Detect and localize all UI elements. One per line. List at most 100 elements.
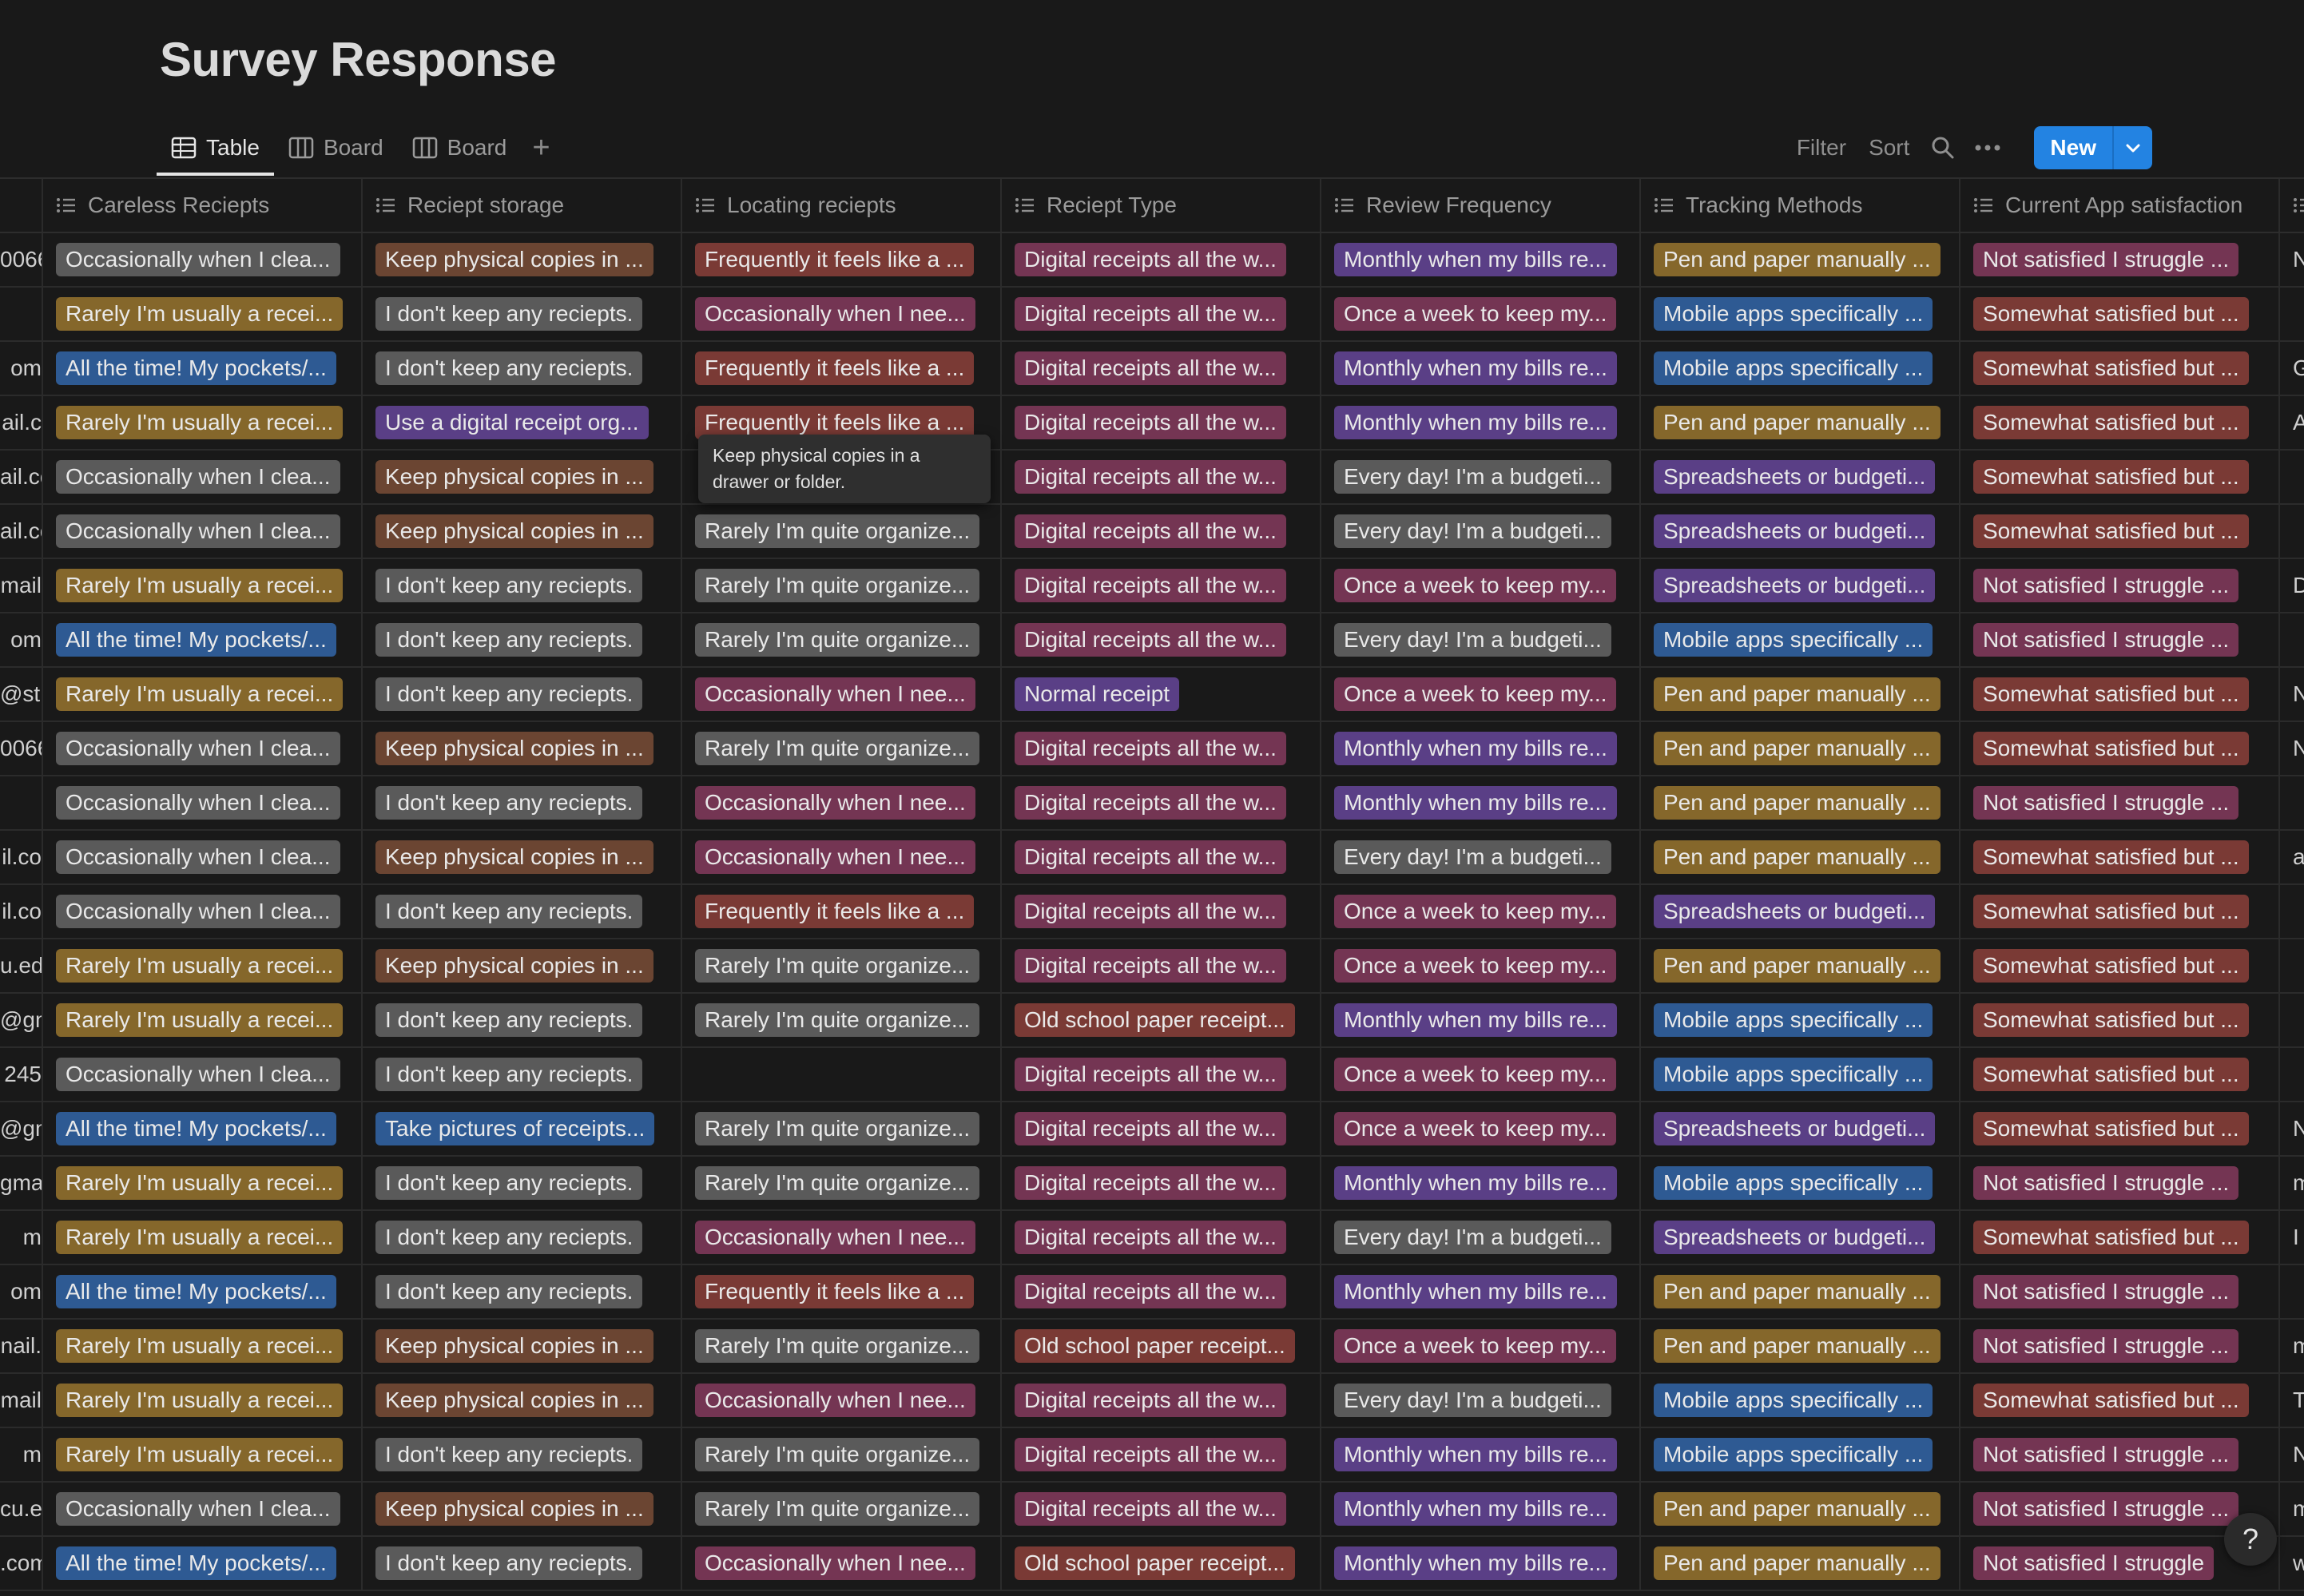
select-cell[interactable]: All the time! My pockets/...	[43, 1102, 363, 1155]
select-cell[interactable]: Frequently it feels like a ...	[682, 1265, 1002, 1318]
select-cell[interactable]: Keep physical copies in ...	[363, 831, 682, 883]
select-cell[interactable]: Somewhat satisfied but ...	[1960, 939, 2280, 992]
select-cell[interactable]: Monthly when my bills re...	[1321, 1265, 1641, 1318]
select-cell[interactable]: Pen and paper manually ...	[1641, 233, 1960, 286]
select-cell[interactable]: Somewhat satisfied but ...	[1960, 831, 2280, 883]
select-cell[interactable]: Mobile apps specifically ...	[1641, 1374, 1960, 1427]
select-cell[interactable]: Somewhat satisfied but ...	[1960, 1211, 2280, 1264]
select-cell[interactable]: Not satisfied I struggle ...	[1960, 1265, 2280, 1318]
select-cell[interactable]: Old school paper receipt...	[1002, 1320, 1321, 1372]
select-cell[interactable]: Frequently it feels like a ...	[682, 233, 1002, 286]
select-cell[interactable]: I don't keep any reciepts.	[363, 1537, 682, 1590]
select-cell[interactable]: Spreadsheets or budgeti...	[1641, 885, 1960, 938]
next-column-cell[interactable]: I	[2280, 1211, 2304, 1264]
select-cell[interactable]: Rarely I'm usually a recei...	[43, 1428, 363, 1481]
select-cell[interactable]: Occasionally when I clea...	[43, 722, 363, 775]
next-column-cell[interactable]: T	[2280, 1374, 2304, 1427]
select-cell[interactable]: Somewhat satisfied but ...	[1960, 722, 2280, 775]
select-cell[interactable]: Rarely I'm quite organize...	[682, 1157, 1002, 1209]
column-header[interactable]: Locating reciepts	[682, 179, 1002, 232]
select-cell[interactable]: Digital receipts all the w...	[1002, 1483, 1321, 1535]
search-icon[interactable]	[1925, 130, 1960, 165]
select-cell[interactable]: Spreadsheets or budgeti...	[1641, 505, 1960, 558]
select-cell[interactable]: Once a week to keep my...	[1321, 885, 1641, 938]
tab-board-2[interactable]: Board	[398, 120, 522, 176]
table-row[interactable]: @gm All the time! My pockets/... Take pict…	[0, 1102, 2304, 1157]
select-cell[interactable]: I don't keep any reciepts.	[363, 559, 682, 612]
select-cell[interactable]: Digital receipts all the w...	[1002, 885, 1321, 938]
select-cell[interactable]: Occasionally when I clea...	[43, 1483, 363, 1535]
table-row[interactable]: mail Rarely I'm usually a recei... Keep ph…	[0, 1374, 2304, 1428]
next-column-cell[interactable]: A	[2280, 396, 2304, 449]
table-row[interactable]: cu.e Occasionally when I clea... Keep phys…	[0, 1483, 2304, 1537]
select-cell[interactable]: All the time! My pockets/...	[43, 342, 363, 395]
select-cell[interactable]: I don't keep any reciepts.	[363, 1265, 682, 1318]
select-cell[interactable]: Not satisfied I struggle ...	[1960, 233, 2280, 286]
select-cell[interactable]: Monthly when my bills re...	[1321, 994, 1641, 1046]
select-cell[interactable]: Digital receipts all the w...	[1002, 505, 1321, 558]
table-row[interactable]: il.co Occasionally when I clea... I don't …	[0, 885, 2304, 939]
select-cell[interactable]: Monthly when my bills re...	[1321, 1157, 1641, 1209]
select-cell[interactable]: Keep physical copies in ...	[363, 939, 682, 992]
email-cell[interactable]: ail.co	[0, 451, 43, 503]
select-cell[interactable]: Old school paper receipt...	[1002, 1537, 1321, 1590]
select-cell[interactable]: Not satisfied I struggle ...	[1960, 613, 2280, 666]
select-cell[interactable]: Digital receipts all the w...	[1002, 559, 1321, 612]
table-row[interactable]: nail. Rarely I'm usually a recei... Keep p…	[0, 1320, 2304, 1374]
select-cell[interactable]: Somewhat satisfied but ...	[1960, 1048, 2280, 1101]
table-row[interactable]: m Rarely I'm usually a recei... I don't ke…	[0, 1211, 2304, 1265]
select-cell[interactable]: Once a week to keep my...	[1321, 668, 1641, 721]
more-options-icon[interactable]	[1970, 130, 2005, 165]
add-view-button[interactable]: +	[521, 120, 561, 176]
table-row[interactable]: 0066 Occasionally when I clea... Keep phys…	[0, 722, 2304, 776]
email-cell[interactable]: cu.e	[0, 1483, 43, 1535]
next-column-cell[interactable]	[2280, 994, 2304, 1046]
select-cell[interactable]: Old school paper receipt...	[1002, 994, 1321, 1046]
next-column-cell[interactable]: N	[2280, 722, 2304, 775]
next-column-cell[interactable]: D	[2280, 559, 2304, 612]
next-column-cell[interactable]	[2280, 613, 2304, 666]
select-cell[interactable]: Once a week to keep my...	[1321, 1320, 1641, 1372]
select-cell[interactable]: Pen and paper manually ...	[1641, 1265, 1960, 1318]
select-cell[interactable]: Not satisfied I struggle ...	[1960, 1320, 2280, 1372]
select-cell[interactable]: Keep physical copies in ...	[363, 505, 682, 558]
select-cell[interactable]: Once a week to keep my...	[1321, 1048, 1641, 1101]
new-button[interactable]: New	[2034, 126, 2112, 169]
select-cell[interactable]: Monthly when my bills re...	[1321, 342, 1641, 395]
select-cell[interactable]: Every day! I'm a budgeti...	[1321, 505, 1641, 558]
select-cell[interactable]: I don't keep any reciepts.	[363, 613, 682, 666]
select-cell[interactable]: Every day! I'm a budgeti...	[1321, 1374, 1641, 1427]
email-cell[interactable]: 0066	[0, 233, 43, 286]
select-cell[interactable]: Mobile apps specifically ...	[1641, 1428, 1960, 1481]
select-cell[interactable]: Occasionally when I nee...	[682, 831, 1002, 883]
select-cell[interactable]: I don't keep any reciepts.	[363, 776, 682, 829]
select-cell[interactable]: Pen and paper manually ...	[1641, 1483, 1960, 1535]
select-cell[interactable]: Occasionally when I clea...	[43, 505, 363, 558]
select-cell[interactable]: Occasionally when I clea...	[43, 1048, 363, 1101]
select-cell[interactable]: Rarely I'm usually a recei...	[43, 1320, 363, 1372]
email-cell[interactable]: il.co	[0, 885, 43, 938]
table-row[interactable]: om All the time! My pockets/... I don't ke…	[0, 342, 2304, 396]
select-cell[interactable]: Not satisfied I struggle ...	[1960, 1157, 2280, 1209]
email-cell[interactable]: il.co	[0, 831, 43, 883]
select-cell[interactable]: Occasionally when I clea...	[43, 451, 363, 503]
select-cell[interactable]: Rarely I'm usually a recei...	[43, 994, 363, 1046]
table-row[interactable]: Rarely I'm usually a recei... I don't kee…	[0, 288, 2304, 342]
select-cell[interactable]: Digital receipts all the w...	[1002, 396, 1321, 449]
select-cell[interactable]: Every day! I'm a budgeti...	[1321, 1211, 1641, 1264]
select-cell[interactable]: Occasionally when I nee...	[682, 1374, 1002, 1427]
select-cell[interactable]: I don't keep any reciepts.	[363, 1048, 682, 1101]
select-cell[interactable]: Every day! I'm a budgeti...	[1321, 613, 1641, 666]
select-cell[interactable]: Once a week to keep my...	[1321, 1102, 1641, 1155]
select-cell[interactable]: Keep physical copies in ...	[363, 233, 682, 286]
select-cell[interactable]: I don't keep any reciepts.	[363, 1157, 682, 1209]
next-column-cell[interactable]	[2280, 288, 2304, 340]
email-cell[interactable]: om	[0, 1265, 43, 1318]
column-header[interactable]: Tracking Methods	[1641, 179, 1960, 232]
select-cell[interactable]: Pen and paper manually ...	[1641, 722, 1960, 775]
select-cell[interactable]: Mobile apps specifically ...	[1641, 994, 1960, 1046]
select-cell[interactable]: Digital receipts all the w...	[1002, 233, 1321, 286]
next-column-cell[interactable]	[2280, 776, 2304, 829]
select-cell[interactable]: Rarely I'm usually a recei...	[43, 668, 363, 721]
select-cell[interactable]: I don't keep any reciepts.	[363, 668, 682, 721]
